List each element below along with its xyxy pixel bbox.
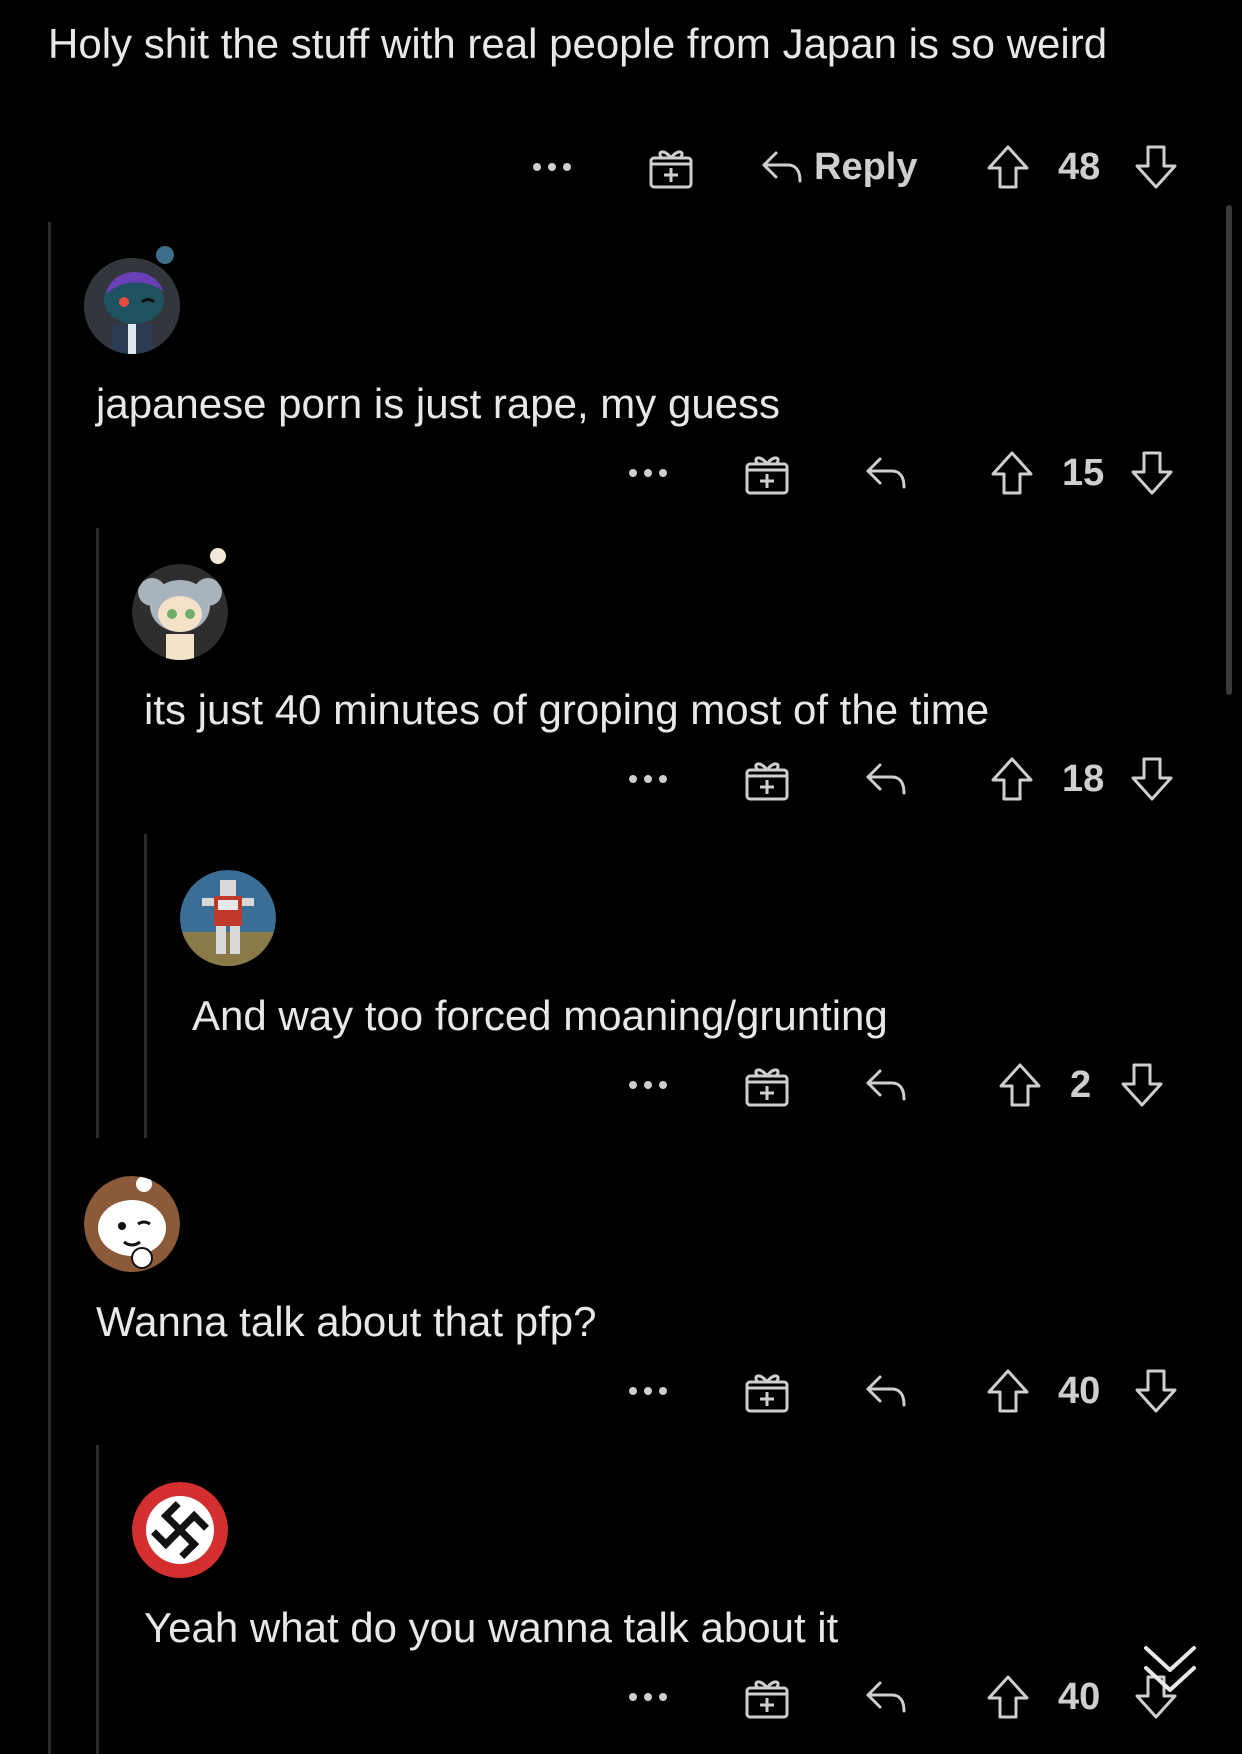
score: 15 — [1062, 443, 1104, 503]
avatar-badge — [156, 246, 174, 264]
upvote-arrow-icon — [987, 145, 1029, 189]
comment-text: japanese porn is just rape, my guess — [96, 380, 781, 427]
avatar[interactable] — [84, 258, 180, 354]
score-value: 40 — [1058, 1369, 1101, 1412]
chevrons-down-icon — [1144, 1646, 1196, 1692]
upvote-arrow-icon — [991, 757, 1033, 801]
score-value: 40 — [1058, 1675, 1101, 1718]
more-dots-icon — [629, 1387, 667, 1395]
reply-button[interactable] — [864, 443, 908, 503]
more-dots-icon — [629, 775, 667, 783]
award-button[interactable] — [648, 137, 694, 197]
reply-arrow-icon — [866, 1375, 906, 1407]
more-options-button[interactable] — [626, 443, 670, 503]
upvote-button[interactable] — [986, 1361, 1030, 1421]
gift-award-icon — [745, 1068, 789, 1107]
scrollbar[interactable] — [1226, 205, 1232, 695]
gift-award-icon — [745, 1680, 789, 1719]
score-value: 48 — [1058, 145, 1101, 188]
reply-button[interactable] — [864, 1667, 908, 1727]
downvote-arrow-icon — [1131, 451, 1173, 495]
downvote-button[interactable] — [1134, 137, 1178, 197]
comment-text: Yeah what do you wanna talk about it — [144, 1604, 839, 1651]
upvote-button[interactable] — [990, 749, 1034, 809]
upvote-arrow-icon — [987, 1675, 1029, 1719]
score: 40 — [1058, 1667, 1100, 1727]
gift-award-icon — [745, 456, 789, 495]
thread-line-level-2[interactable] — [96, 528, 99, 1138]
gift-award-icon — [745, 762, 789, 801]
comment-text: its just 40 minutes of groping most of t… — [144, 686, 990, 733]
more-options-button[interactable] — [626, 749, 670, 809]
score-value: 18 — [1062, 757, 1105, 800]
comment-action-bar: 40 — [0, 1361, 1242, 1421]
gift-award-icon — [649, 150, 693, 189]
reply-arrow-icon — [762, 151, 802, 183]
comment-action-bar: 2 — [0, 1055, 1242, 1115]
comment-text: And way too forced moaning/grunting — [192, 992, 888, 1039]
jump-to-next-button[interactable] — [1140, 1640, 1200, 1720]
score: 48 — [1058, 137, 1100, 197]
avatar-badge — [210, 548, 226, 564]
upvote-arrow-icon — [987, 1369, 1029, 1413]
downvote-button[interactable] — [1130, 443, 1174, 503]
award-button[interactable] — [744, 1055, 790, 1115]
more-dots-icon — [533, 163, 571, 171]
comment-action-bar: 18 — [0, 749, 1242, 809]
robot-hero-avatar — [180, 870, 276, 966]
upvote-arrow-icon — [999, 1063, 1041, 1107]
reply-arrow-icon — [866, 1069, 906, 1101]
comment-action-bar: 40 — [0, 1667, 1242, 1727]
downvote-arrow-icon — [1121, 1063, 1163, 1107]
more-dots-icon — [629, 1693, 667, 1701]
downvote-arrow-icon — [1135, 145, 1177, 189]
upvote-button[interactable] — [986, 1667, 1030, 1727]
downvote-button[interactable] — [1130, 749, 1174, 809]
gift-award-icon — [745, 1374, 789, 1413]
reply-button[interactable] — [864, 1361, 908, 1421]
score-value: 15 — [1062, 451, 1105, 494]
parent-comment-text: Holy shit the stuff with real people fro… — [48, 20, 1108, 67]
downvote-arrow-icon — [1135, 1369, 1177, 1413]
award-button[interactable] — [744, 749, 790, 809]
avatar[interactable] — [84, 1176, 180, 1272]
downvote-button[interactable] — [1120, 1055, 1164, 1115]
upvote-button[interactable] — [998, 1055, 1042, 1115]
award-button[interactable] — [744, 1667, 790, 1727]
purple-hair-snoo-avatar — [84, 258, 180, 354]
upvote-button[interactable] — [990, 443, 1034, 503]
more-options-button[interactable] — [626, 1055, 670, 1115]
avatar[interactable] — [180, 870, 276, 966]
reply-label: Reply — [814, 145, 918, 188]
reply-arrow-icon — [866, 1681, 906, 1713]
more-options-button[interactable] — [626, 1361, 670, 1421]
parent-action-bar: Reply 48 — [0, 137, 1242, 197]
more-dots-icon — [629, 1081, 667, 1089]
reply-button[interactable] — [864, 1055, 908, 1115]
nazi-symbol-avatar — [132, 1482, 228, 1578]
comment-action-bar: 15 — [0, 443, 1242, 503]
downvote-arrow-icon — [1131, 757, 1173, 801]
reply-button[interactable] — [864, 749, 908, 809]
upvote-arrow-icon — [991, 451, 1033, 495]
avatar[interactable] — [132, 1482, 228, 1578]
score: 2 — [1070, 1055, 1091, 1115]
koala-hood-snoo-avatar — [132, 564, 228, 660]
more-options-button[interactable] — [626, 1667, 670, 1727]
brown-snoo-avatar — [84, 1176, 180, 1272]
score-value: 2 — [1070, 1063, 1092, 1106]
downvote-button[interactable] — [1134, 1361, 1178, 1421]
more-dots-icon — [629, 469, 667, 477]
comment-text: Wanna talk about that pfp? — [96, 1298, 597, 1345]
score: 18 — [1062, 749, 1104, 809]
award-button[interactable] — [744, 443, 790, 503]
avatar[interactable] — [132, 564, 228, 660]
award-button[interactable] — [744, 1361, 790, 1421]
reply-button[interactable]: Reply — [760, 137, 917, 197]
score: 40 — [1058, 1361, 1100, 1421]
more-options-button[interactable] — [530, 137, 574, 197]
reply-arrow-icon — [866, 457, 906, 489]
upvote-button[interactable] — [986, 137, 1030, 197]
reply-arrow-icon — [866, 763, 906, 795]
